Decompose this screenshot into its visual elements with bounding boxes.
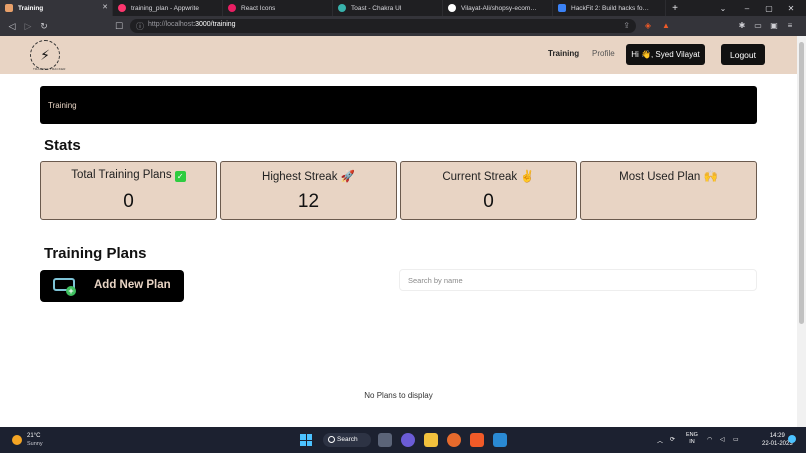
maximize-icon[interactable]: ▢	[758, 0, 780, 16]
taskbar: 21°C Sunny Search ︿ ⟳ ENG IN ◠ ◁ ▭ 14:29…	[0, 427, 806, 453]
browser-tab-github[interactable]: Vilayat-Ali/shopsy-ecommerce: S	[443, 0, 553, 16]
brave-rewards-icon[interactable]: ▲	[660, 20, 672, 32]
site-info-icon[interactable]: ⓘ	[136, 21, 144, 32]
url-host: http://localhost	[148, 21, 194, 28]
stat-value: 0	[483, 191, 494, 212]
weather-temperature: 21°C	[27, 433, 41, 439]
file-explorer-icon[interactable]	[424, 433, 438, 447]
address-bar: ◁ ▷ ↻ ☐ ⓘ http://localhost:3000/training…	[0, 16, 806, 36]
back-icon[interactable]: ◁	[6, 20, 18, 32]
browser-tab-appwrite[interactable]: training_plan - Appwrite	[113, 0, 223, 16]
stat-label: Total Training Plans	[71, 169, 172, 181]
brave-shield-icon[interactable]: ◈	[642, 20, 654, 32]
battery-icon[interactable]: ▭	[733, 436, 739, 443]
empty-state-message: No Plans to display	[364, 391, 433, 400]
plus-icon: +	[66, 286, 76, 296]
menu-icon[interactable]: ≡	[784, 20, 796, 32]
check-icon: ✓	[174, 171, 186, 182]
nav-profile-link[interactable]: Profile	[592, 49, 615, 58]
minimize-icon[interactable]: –	[736, 0, 758, 16]
site-header: ⚡ TRAINING TRACKER Training Profile Hi 👋…	[0, 36, 797, 74]
stat-value: 0	[123, 191, 134, 212]
stat-value: 12	[297, 191, 320, 212]
stat-card-highest-streak: Highest Streak 🚀 12	[220, 161, 397, 220]
stat-card-most-used-plan: Most Used Plan 🙌	[580, 161, 757, 220]
tray-overflow-icon[interactable]: ︿	[657, 436, 663, 445]
url-path: :3000/training	[193, 21, 236, 28]
nav-training-link[interactable]: Training	[548, 49, 579, 58]
task-view-icon[interactable]	[378, 433, 392, 447]
search-input[interactable]	[399, 269, 757, 291]
victory-hand-icon: ✌️	[520, 171, 535, 183]
sync-icon[interactable]: ⟳	[670, 436, 675, 443]
browser-tab-chakra-toast[interactable]: Toast - Chakra UI	[333, 0, 443, 16]
logo[interactable]: ⚡	[30, 40, 60, 70]
scrollbar-thumb[interactable]	[799, 42, 804, 324]
language-indicator[interactable]: ENG IN	[686, 432, 698, 446]
new-tab-button[interactable]: +	[666, 0, 684, 16]
tab-list-icon[interactable]: ⌄	[712, 0, 734, 16]
github-icon	[448, 4, 456, 12]
tab-favicon-icon	[558, 4, 566, 12]
training-plans-title: Training Plans	[44, 245, 147, 262]
url-field[interactable]: ⓘ http://localhost:3000/training ⇪	[130, 19, 636, 33]
brave-browser-icon[interactable]	[470, 433, 484, 447]
sidebar-icon[interactable]: ▭	[752, 20, 764, 32]
stat-label: Highest Streak	[262, 171, 338, 183]
logo-text: TRAINING TRACKER	[33, 67, 66, 71]
breadcrumb: Training	[40, 86, 757, 124]
browser-tab-bar: Training ✕ training_plan - Appwrite Reac…	[0, 0, 806, 16]
tab-favicon-icon	[5, 4, 13, 12]
add-new-plan-button[interactable]: + Add New Plan	[40, 270, 184, 302]
page-viewport: ⚡ TRAINING TRACKER Training Profile Hi 👋…	[0, 36, 797, 427]
tab-favicon-icon	[118, 4, 126, 12]
extensions-icon[interactable]: ✱	[736, 20, 748, 32]
reload-icon[interactable]: ↻	[38, 20, 50, 32]
tab-favicon-icon	[338, 4, 346, 12]
teams-chat-icon[interactable]	[401, 433, 415, 447]
stat-card-total-plans: Total Training Plans ✓ 0	[40, 161, 217, 220]
notification-icon[interactable]	[788, 435, 796, 443]
add-plan-label: Add New Plan	[94, 279, 171, 291]
tab-favicon-icon	[228, 4, 236, 12]
wifi-icon[interactable]: ◠	[707, 436, 712, 443]
browser-tab-hackfit[interactable]: HackFit 2: Build hacks focused o	[553, 0, 666, 16]
sun-icon[interactable]	[12, 435, 22, 445]
share-icon[interactable]: ⇪	[623, 21, 630, 30]
browser-tab-training[interactable]: Training ✕	[0, 0, 113, 16]
stat-card-current-streak: Current Streak ✌️ 0	[400, 161, 577, 220]
windows-start-icon[interactable]	[300, 434, 312, 446]
vscode-icon[interactable]	[493, 433, 507, 447]
stat-label: Most Used Plan	[619, 171, 701, 183]
wallet-icon[interactable]: ▣	[768, 20, 780, 32]
forward-icon[interactable]: ▷	[22, 20, 34, 32]
rocket-icon: 🚀	[340, 171, 355, 183]
browser-tab-react-icons[interactable]: React Icons	[223, 0, 333, 16]
weather-condition: Sunny	[27, 441, 43, 447]
lightning-icon: ⚡	[40, 46, 50, 63]
taskbar-search-button[interactable]: Search	[323, 433, 371, 447]
page-scrollbar[interactable]	[797, 36, 806, 427]
volume-icon[interactable]: ◁	[720, 436, 725, 443]
bookmark-icon[interactable]: ☐	[113, 20, 125, 32]
tab-close-icon[interactable]: ✕	[102, 3, 108, 11]
breadcrumb-item-training[interactable]: Training	[48, 101, 77, 110]
user-greeting[interactable]: Hi 👋, Syed Vilayat	[626, 44, 705, 65]
stat-label: Current Streak	[442, 171, 518, 183]
firefox-icon[interactable]	[447, 433, 461, 447]
logout-button[interactable]: Logout	[721, 44, 765, 65]
stats-title: Stats	[44, 137, 81, 154]
close-window-icon[interactable]: ✕	[780, 0, 802, 16]
raised-hands-icon: 🙌	[703, 171, 718, 183]
